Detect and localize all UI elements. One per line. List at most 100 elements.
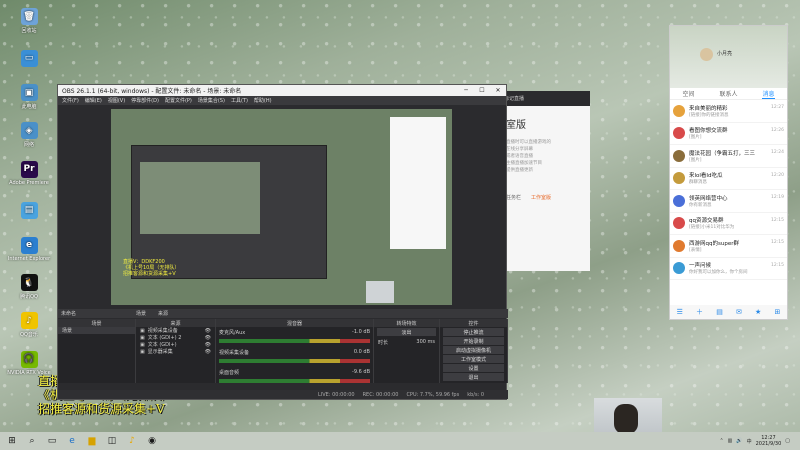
- menu-item[interactable]: 文件(F): [62, 97, 79, 104]
- visibility-icon[interactable]: 👁: [205, 342, 211, 348]
- control-button[interactable]: 设置: [443, 364, 504, 372]
- menu-item[interactable]: 停靠部件(D): [131, 97, 159, 104]
- desktop-icon[interactable]: 🐧 腾讯QQ: [2, 268, 56, 306]
- apps-icon[interactable]: ⊞: [775, 308, 781, 316]
- desktop-icon[interactable]: ◈ 网络: [2, 116, 56, 154]
- avatar: [673, 239, 685, 252]
- chat-list-item[interactable]: qq资源交易群 [链接]小米11对比华为 12:15: [670, 213, 787, 235]
- chat-list-item[interactable]: 领英网络营中心 你有新消息 12:19: [670, 190, 787, 213]
- chat-list-item[interactable]: 来自美丽的精彩 [链接]你的链接消息 12:27: [670, 100, 787, 123]
- mixer-channel-db: 0.0 dB: [353, 349, 370, 355]
- desktop-icon[interactable]: ▣ 此电脑: [2, 78, 56, 116]
- source-type-icon: ▣: [140, 348, 145, 355]
- controls-dock[interactable]: 控件 停止推流 开始录制 启动虚拟摄像机 工作室模式 设置 退出: [440, 319, 508, 383]
- chat-tab[interactable]: 空间: [682, 89, 694, 98]
- menu-icon[interactable]: ☰: [677, 308, 683, 316]
- desktop-icon[interactable]: 🗑 回收站: [2, 2, 56, 40]
- task-view-icon[interactable]: ▭: [44, 434, 60, 448]
- volume-icon[interactable]: 🔊: [736, 438, 742, 444]
- duration-input[interactable]: 300 ms: [416, 339, 435, 346]
- search-icon[interactable]: ⌕: [24, 434, 40, 448]
- obs-icon[interactable]: ◉: [144, 434, 160, 448]
- desktop-icon-label: 回收站: [21, 28, 37, 34]
- nested-preview-inner: [140, 162, 260, 234]
- obs-window[interactable]: OBS 26.1.1 (64-bit, windows) - 配置文件: 未命名…: [57, 84, 508, 400]
- chat-list-item[interactable]: 魔法花园（争霸五打，三三 [图片] 12:24: [670, 145, 787, 168]
- desktop-icon[interactable]: ♪ QQ音乐: [2, 306, 56, 344]
- source-item[interactable]: ▣ 文本 (GDI+) 👁: [136, 341, 215, 349]
- background-btn-2[interactable]: 工作室版: [531, 194, 551, 201]
- source-label: 显示器采集: [147, 349, 173, 355]
- desktop-icon[interactable]: ▭: [2, 40, 56, 78]
- notification-icon[interactable]: ▢: [785, 438, 790, 444]
- file-icon[interactable]: ▤: [716, 308, 723, 316]
- sources-dock[interactable]: 来源 ▣ 视频采集设备 👁 ▣ 文本 (GDI+) 2 👁 ▣ 文本 (GDI+) 👁 ▣ 显示器采…: [136, 319, 216, 383]
- qq-chat-panel[interactable]: 小月亮 空间 联系人 消息 来自美丽的精彩 [链接]你的链接消息 12:27 看图你想交流…: [669, 25, 788, 320]
- obs-preview[interactable]: 直播V：DDKF200 《机上号10局（无排队） 招推客源和货源采集+V: [111, 109, 452, 305]
- minimize-icon[interactable]: ─: [458, 87, 474, 94]
- mixer-channel[interactable]: 麦克风/Aux -1.0 dB: [216, 327, 373, 347]
- obs-menubar: 文件(F) 编辑(E) 视图(V) 停靠部件(D) 配置文件(P) 场景集合(S) 工具(T…: [58, 96, 506, 105]
- ime-indicator[interactable]: 中: [747, 438, 752, 445]
- desktop-icon-image: ▤: [20, 201, 38, 219]
- close-icon[interactable]: ✕: [490, 87, 506, 94]
- mixer-channel[interactable]: 视频采集设备 0.0 dB: [216, 347, 373, 367]
- mail-icon[interactable]: ✉: [736, 308, 742, 316]
- menu-item[interactable]: 配置文件(P): [165, 97, 192, 104]
- avatar[interactable]: [700, 48, 713, 61]
- avatar: [673, 262, 685, 275]
- chat-list-item[interactable]: 来lol看Id吃瓜 群聊消息 12:20: [670, 168, 787, 190]
- scene-item[interactable]: 场景: [58, 327, 135, 334]
- qqmusic-icon[interactable]: ♪: [124, 434, 140, 448]
- mixer-dock[interactable]: 混音器 麦克风/Aux -1.0 dB 视频采集设备 0.0 dB 桌面音频 -9.6 d…: [216, 319, 374, 383]
- star-icon[interactable]: ★: [755, 308, 761, 316]
- network-icon[interactable]: ▥: [728, 438, 733, 444]
- menu-item[interactable]: 视图(V): [108, 97, 125, 104]
- visibility-icon[interactable]: 👁: [205, 349, 211, 355]
- control-button[interactable]: 停止推流: [443, 328, 504, 336]
- clock[interactable]: 12:27 2021/9/30: [756, 435, 782, 447]
- control-button[interactable]: 启动虚拟摄像机: [443, 346, 504, 354]
- tray-arrow-icon[interactable]: ⌃: [719, 438, 723, 444]
- source-item[interactable]: ▣ 视频采集设备 👁: [136, 327, 215, 335]
- background-btn-1[interactable]: 任务栏: [506, 194, 521, 201]
- source-item[interactable]: ▣ 文本 (GDI+) 2 👁: [136, 334, 215, 342]
- mixer-channel-name: 视频采集设备: [219, 350, 250, 356]
- control-button[interactable]: 退出: [443, 373, 504, 381]
- store-icon[interactable]: ◫: [104, 434, 120, 448]
- chat-tab[interactable]: 联系人: [719, 89, 737, 98]
- chat-list-item[interactable]: 西游网qq的super群 [表情] 12:15: [670, 235, 787, 258]
- transitions-dock[interactable]: 转场特效 淡出 时长 300 ms: [374, 319, 440, 383]
- maximize-icon[interactable]: ☐: [474, 87, 490, 94]
- desktop-icon-image: Pr: [20, 160, 38, 178]
- control-button[interactable]: 工作室模式: [443, 355, 504, 363]
- desktop-icon[interactable]: Pr Adobe Premiere: [2, 154, 56, 192]
- scene-tab-1[interactable]: 场景: [136, 310, 146, 317]
- explorer-icon[interactable]: ▆: [84, 434, 100, 448]
- add-icon[interactable]: ＋: [696, 307, 703, 317]
- menu-item[interactable]: 场景集合(S): [198, 97, 225, 104]
- desktop-icon[interactable]: ▤: [2, 192, 56, 230]
- scene-tab-2[interactable]: 来源: [158, 310, 168, 317]
- chat-list-item[interactable]: 一声问候 你好我可以加你么，你个房间 12:15: [670, 258, 787, 280]
- edge-icon[interactable]: e: [64, 434, 80, 448]
- start-icon[interactable]: ⊞: [4, 434, 20, 448]
- chat-list-item[interactable]: 看图你想交流群 [图片] 12:26: [670, 123, 787, 145]
- transition-select[interactable]: 淡出: [377, 328, 436, 336]
- control-button[interactable]: 开始录制: [443, 337, 504, 345]
- obs-titlebar[interactable]: OBS 26.1.1 (64-bit, windows) - 配置文件: 未命名…: [58, 85, 506, 96]
- menu-item[interactable]: 帮助(H): [254, 97, 272, 104]
- visibility-icon[interactable]: 👁: [205, 335, 211, 341]
- desktop-icon[interactable]: e Internet Explorer: [2, 230, 56, 268]
- chat-tab[interactable]: 消息: [762, 89, 775, 99]
- visibility-icon[interactable]: 👁: [205, 328, 211, 334]
- menu-item[interactable]: 编辑(E): [85, 97, 102, 104]
- menu-item[interactable]: 工具(T): [231, 97, 248, 104]
- source-item[interactable]: ▣ 显示器采集 👁: [136, 348, 215, 356]
- chat-preview: [表情]: [689, 247, 702, 253]
- mixer-channel[interactable]: 桌面音频 -9.6 dB: [216, 367, 373, 387]
- source-label: 文本 (GDI+): [147, 342, 177, 348]
- desktop-icon-image: 🎧: [20, 350, 38, 368]
- background-window[interactable]: 标记直播 室版 直播时可以直播游戏的 在线分享屏幕 或者语音直播 主播直播加速节目 提供…: [500, 91, 590, 271]
- scenes-dock[interactable]: 场景 场景: [58, 319, 136, 383]
